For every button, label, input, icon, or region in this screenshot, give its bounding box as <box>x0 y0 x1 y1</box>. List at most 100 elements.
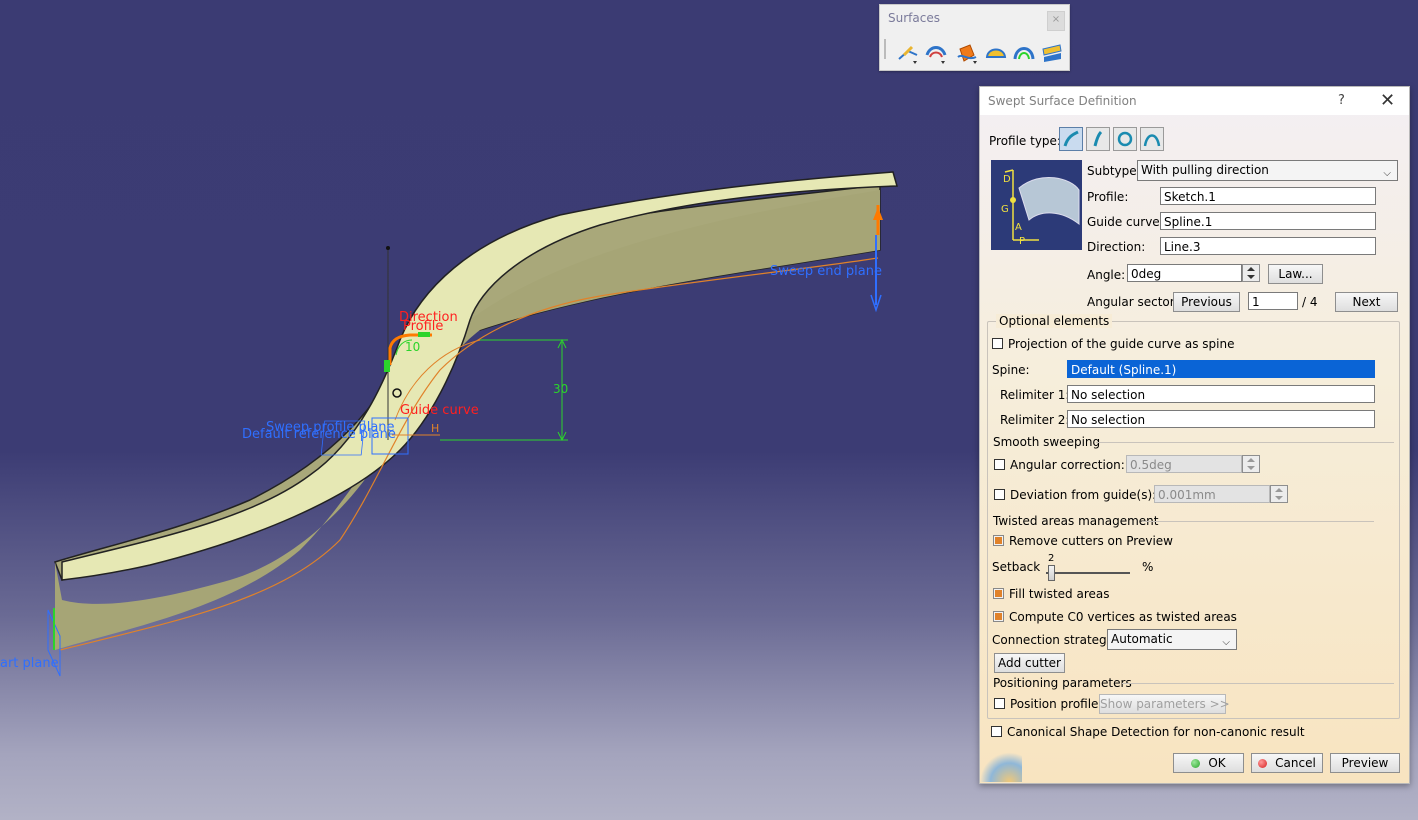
setback-unit: % <box>1142 560 1154 574</box>
relimiter2-field[interactable]: No selection <box>1067 410 1375 428</box>
dimension-lines <box>440 339 568 441</box>
ok-label: OK <box>1208 756 1226 770</box>
subtype-value: With pulling direction <box>1141 163 1269 177</box>
connection-strategy-value: Automatic <box>1111 632 1173 646</box>
angular-sector-label: Angular sector: <box>1087 295 1179 309</box>
compass-icon <box>980 752 1022 782</box>
sweep-end-plane-label[interactable]: Sweep end plane <box>770 264 882 279</box>
swept-surface-dialog[interactable]: Swept Surface Definition ? ✕ Profile typ… <box>979 86 1410 784</box>
spine-label: Spine: <box>992 363 1030 377</box>
angular-correction-checkbox[interactable] <box>994 459 1005 470</box>
surfaces-toolbar[interactable]: Surfaces × <box>879 4 1070 71</box>
profile-label: Profile: <box>1087 190 1129 204</box>
remove-cutters-checkbox[interactable] <box>993 535 1004 546</box>
projection-checkbox[interactable] <box>992 338 1003 349</box>
law-button[interactable]: Law... <box>1268 264 1323 284</box>
preview-letter-g: G <box>1001 204 1009 215</box>
relimiter2-label: Relimiter 2: <box>1000 413 1070 427</box>
dimension-height-label[interactable]: 30 <box>553 382 568 396</box>
next-button[interactable]: Next <box>1335 292 1398 312</box>
smooth-sweeping-separator <box>1096 442 1394 443</box>
smooth-sweeping-heading: Smooth sweeping <box>993 435 1101 449</box>
h-axis-label: H <box>431 422 439 435</box>
default-reference-plane-label[interactable]: Default reference plane <box>242 427 396 442</box>
previous-button[interactable]: Previous <box>1173 292 1240 312</box>
compute-c0-label: Compute C0 vertices as twisted areas <box>1009 610 1237 624</box>
subtype-select[interactable]: With pulling direction ⌵ <box>1137 160 1398 181</box>
deviation-field[interactable]: 0.001mm <box>1154 485 1270 503</box>
position-profile-checkbox[interactable] <box>994 698 1005 709</box>
compute-c0-checkbox[interactable] <box>993 611 1004 622</box>
dialog-title: Swept Surface Definition <box>988 94 1137 108</box>
angle-field[interactable]: 0deg <box>1127 264 1242 282</box>
subtype-preview-image: D G A P <box>991 160 1082 250</box>
cancel-button[interactable]: Cancel <box>1251 753 1323 773</box>
chevron-down-icon: ⌵ <box>1383 168 1391 179</box>
toolbar-grip[interactable] <box>884 39 886 59</box>
profile-constraint-marker <box>384 360 390 372</box>
angular-correction-spinner[interactable] <box>1242 455 1260 473</box>
help-icon[interactable]: ? <box>1338 93 1345 108</box>
angular-correction-label: Angular correction: <box>1010 458 1125 472</box>
connection-strategy-select[interactable]: Automatic ⌵ <box>1107 629 1237 650</box>
fill-twisted-label: Fill twisted areas <box>1009 587 1110 601</box>
sector-field[interactable]: 1 <box>1248 292 1298 310</box>
profile-type-circle-icon[interactable] <box>1113 127 1137 151</box>
relimiter1-field[interactable]: No selection <box>1067 385 1375 403</box>
extrude-icon[interactable] <box>896 41 920 65</box>
guide-curve-label[interactable]: Guide curve <box>400 403 479 418</box>
dialog-titlebar[interactable]: Swept Surface Definition ? ✕ <box>980 87 1409 115</box>
setback-slider-track[interactable] <box>1046 572 1130 574</box>
profile-field[interactable]: Sketch.1 <box>1160 187 1376 205</box>
remove-cutters-label: Remove cutters on Preview <box>1009 534 1173 548</box>
profile-type-conic-icon[interactable] <box>1140 127 1164 151</box>
setback-slider-thumb[interactable] <box>1048 565 1056 581</box>
profile-type-explicit-icon[interactable] <box>1059 127 1083 151</box>
connection-strategy-label: Connection strategy: <box>992 633 1117 647</box>
spine-field[interactable]: Default (Spline.1) <box>1067 360 1375 378</box>
sweep-icon[interactable] <box>956 41 980 65</box>
deviation-checkbox[interactable] <box>994 489 1005 500</box>
dimension-angle-label[interactable]: 10 <box>405 340 420 354</box>
show-parameters-button[interactable]: Show parameters >> <box>1099 694 1230 714</box>
toolbar-close-icon[interactable]: × <box>1047 11 1065 31</box>
offset-icon[interactable] <box>924 41 948 65</box>
deviation-label: Deviation from guide(s): <box>1010 488 1157 502</box>
guide-curve-label: Guide curve: <box>1087 215 1164 229</box>
profile-type-line-icon[interactable] <box>1086 127 1110 151</box>
add-cutter-button[interactable]: Add cutter <box>994 653 1065 673</box>
deviation-spinner[interactable] <box>1270 485 1288 503</box>
positioning-separator <box>1122 683 1394 684</box>
preview-letter-p: P <box>1019 236 1025 247</box>
positioning-parameters-heading: Positioning parameters <box>993 676 1132 690</box>
canonical-checkbox[interactable] <box>991 726 1002 737</box>
preview-letter-a: A <box>1015 222 1022 233</box>
direction-label: Direction: <box>1087 240 1146 254</box>
profile-type-label: Profile type: <box>989 134 1061 148</box>
direction-field[interactable]: Line.3 <box>1160 237 1376 255</box>
multi-section-icon[interactable] <box>1012 41 1036 65</box>
chevron-down-icon: ⌵ <box>1222 637 1230 648</box>
direction-endpoint <box>386 246 390 250</box>
guide-curve-field[interactable]: Spline.1 <box>1160 212 1376 230</box>
cancel-icon <box>1258 759 1268 768</box>
angular-correction-field[interactable]: 0.5deg <box>1126 455 1242 473</box>
start-plane-label[interactable]: art plane <box>0 656 59 671</box>
ok-button[interactable]: OK <box>1173 753 1244 773</box>
fill-icon[interactable] <box>984 41 1008 65</box>
sector-total: / 4 <box>1302 295 1318 309</box>
profile-label[interactable]: Profile <box>403 319 443 334</box>
cancel-label: Cancel <box>1275 756 1316 770</box>
angle-spinner[interactable] <box>1242 264 1260 282</box>
close-icon[interactable]: ✕ <box>1380 90 1395 111</box>
position-profile-label: Position profile <box>1010 697 1099 711</box>
preview-button[interactable]: Preview <box>1330 753 1400 773</box>
fill-twisted-checkbox[interactable] <box>993 588 1004 599</box>
preview-letter-d: D <box>1003 174 1011 185</box>
toolbar-title: Surfaces <box>888 11 940 25</box>
setback-label: Setback <box>992 560 1041 574</box>
setback-value: 2 <box>1048 553 1055 564</box>
blend-icon[interactable] <box>1040 41 1064 65</box>
subtype-label: Subtype: <box>1087 164 1141 178</box>
projection-label: Projection of the guide curve as spine <box>1008 337 1235 351</box>
